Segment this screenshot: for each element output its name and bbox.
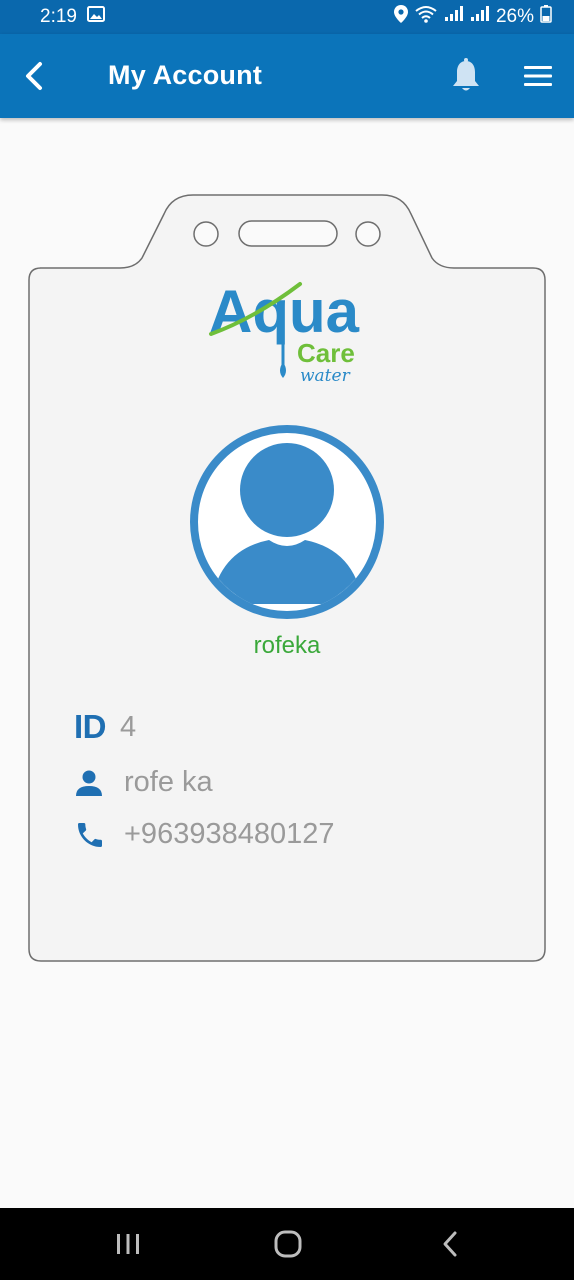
location-icon — [393, 5, 408, 29]
back-nav-button[interactable] — [428, 1224, 472, 1264]
wifi-icon — [414, 5, 438, 29]
logo-water-text: water — [300, 366, 351, 386]
id-value: 4 — [120, 710, 137, 743]
person-icon — [74, 768, 110, 798]
aqua-care-logo: Aqua Care water — [209, 278, 360, 386]
signal-icon — [444, 6, 464, 28]
avatar — [190, 425, 384, 619]
battery-icon — [540, 5, 552, 29]
notifications-button[interactable] — [446, 56, 486, 96]
phone-icon — [74, 819, 110, 851]
card-slot — [238, 220, 338, 247]
status-left: 2:19 — [40, 6, 105, 28]
status-time: 2:19 — [40, 6, 77, 27]
phone-number: +963938480127 — [124, 818, 335, 850]
hamburger-menu-icon — [524, 66, 552, 86]
back-nav-icon — [443, 1231, 457, 1257]
username: rofeka — [253, 632, 321, 659]
id-row: ID 4 — [74, 708, 136, 746]
image-icon — [86, 6, 105, 28]
home-button[interactable] — [266, 1224, 310, 1264]
status-bar: 2:19 26% — [0, 0, 574, 34]
recent-apps-icon — [117, 1234, 139, 1254]
recent-apps-button[interactable] — [106, 1224, 150, 1264]
system-nav-bar — [0, 1208, 574, 1280]
id-label: ID — [74, 708, 107, 745]
card-punch-hole — [355, 221, 381, 247]
home-icon — [274, 1230, 302, 1258]
back-arrow-icon — [26, 62, 42, 90]
full-name: rofe ka — [124, 766, 213, 798]
bell-icon — [453, 58, 479, 91]
logo-care-text: Care — [297, 338, 355, 368]
back-button[interactable] — [14, 54, 54, 98]
battery-percent: 26% — [495, 6, 534, 27]
status-right: 26% — [393, 5, 552, 29]
menu-button[interactable] — [518, 56, 558, 96]
phone-row: +963938480127 — [74, 818, 334, 851]
name-row: rofe ka — [74, 766, 213, 799]
page-title: My Account — [108, 60, 263, 90]
card-punch-hole — [193, 221, 219, 247]
signal-icon — [470, 6, 490, 28]
app-bar: My Account — [0, 34, 574, 118]
